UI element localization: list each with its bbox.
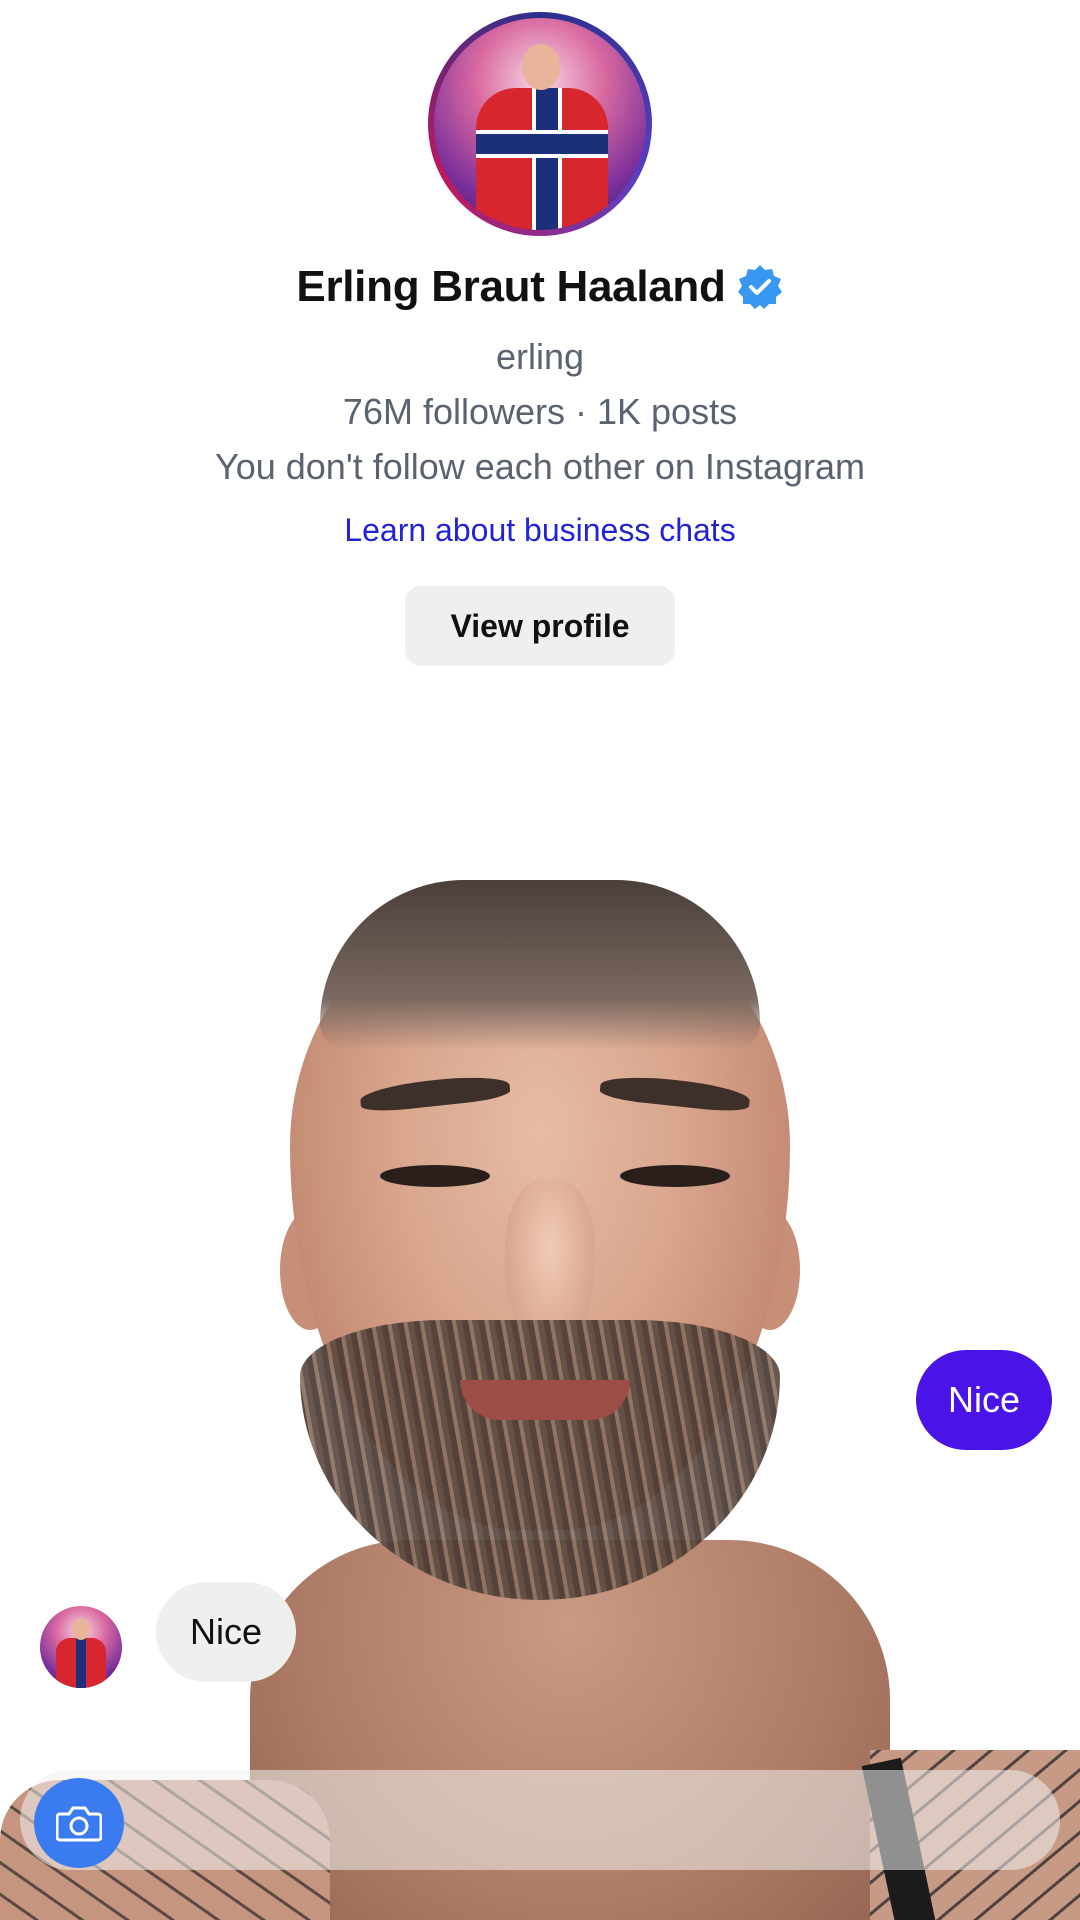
overlay-brow-right [599, 1072, 751, 1114]
profile-avatar[interactable] [428, 12, 652, 236]
message-thread: Nice Nice [0, 1320, 1080, 1720]
chat-screen: Erling Braut Haaland erling 76M follower… [0, 0, 1080, 1920]
profile-stats: 76M followers · 1K posts [342, 391, 738, 432]
overlay-brow-left [359, 1072, 511, 1114]
verified-badge-icon [737, 265, 782, 309]
incoming-message-bubble[interactable]: Nice [156, 1582, 297, 1682]
profile-name: Erling Braut Haaland [296, 262, 726, 311]
avatar-flag-cross-horizontal [476, 130, 608, 158]
overlay-eye-left [380, 1165, 490, 1187]
profile-username: erling [495, 336, 585, 377]
sender-avatar[interactable] [40, 1606, 122, 1688]
overlay-ear-left [280, 1210, 340, 1330]
message-composer [0, 1760, 1080, 1920]
learn-business-chats-link[interactable]: Learn about business chats [0, 512, 1080, 549]
view-profile-button[interactable]: View profile [405, 586, 675, 666]
sender-avatar-cross [76, 1638, 86, 1688]
avatar-figure-head [522, 44, 560, 90]
profile-name-row: Erling Braut Haaland [0, 262, 1080, 312]
follow-status-note: You don't follow each other on Instagram [215, 446, 865, 487]
overlay-ear-right [740, 1210, 800, 1330]
overlay-hair [320, 880, 760, 1050]
outgoing-message-bubble[interactable]: Nice [915, 1350, 1052, 1450]
overlay-eye-right [620, 1165, 730, 1187]
camera-icon [56, 1806, 102, 1842]
profile-header: Erling Braut Haaland erling 76M follower… [0, 0, 1080, 700]
sender-avatar-head [72, 1618, 90, 1640]
avatar-flag-cross-vertical [532, 88, 562, 230]
camera-button[interactable] [34, 1778, 124, 1868]
composer-bar[interactable] [20, 1770, 1060, 1870]
profile-avatar-image [434, 18, 646, 230]
